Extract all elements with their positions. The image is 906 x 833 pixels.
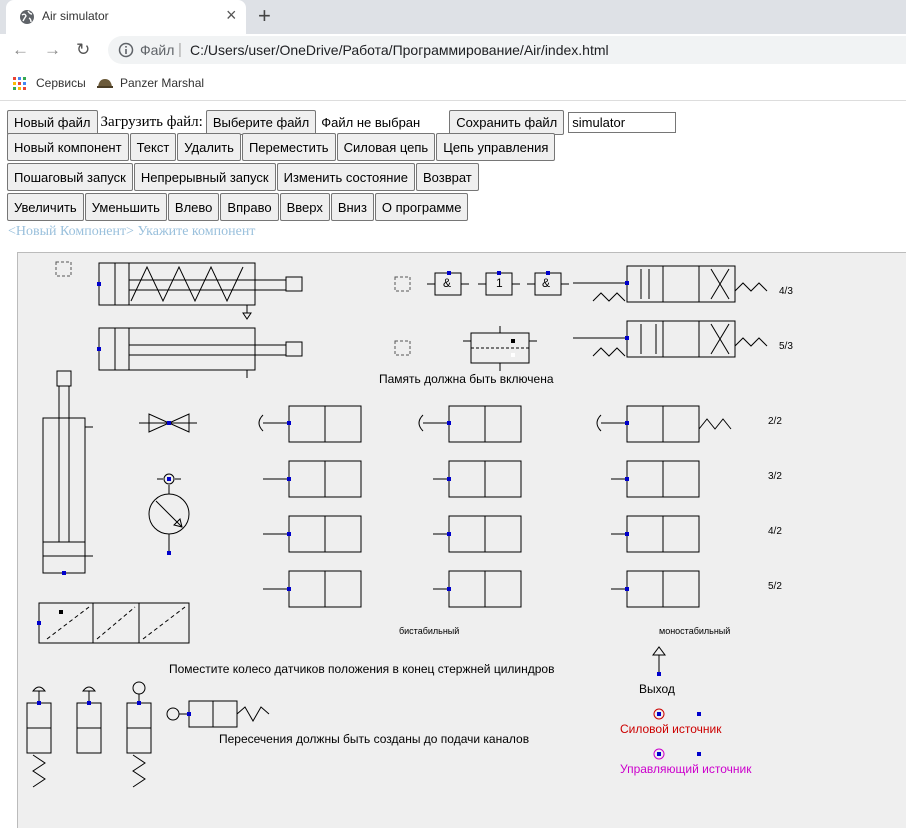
about-button[interactable]: О программе xyxy=(374,193,469,221)
new-file-button[interactable]: Новый файл xyxy=(7,110,98,135)
label-2-2: 2/2 xyxy=(768,416,782,427)
not-symbol: 1 xyxy=(496,276,503,290)
choose-file-button[interactable]: Выберите файл xyxy=(205,110,317,135)
bookmarks-bar: Сервисы Panzer Marshal xyxy=(0,66,906,101)
tab-title: Air simulator xyxy=(42,9,109,23)
control-source-icon[interactable] xyxy=(653,748,701,760)
sensor-note: Поместите колесо датчиков положения в ко… xyxy=(169,662,554,676)
filename-input[interactable] xyxy=(568,112,677,133)
power-source-label: Силовой источник xyxy=(620,722,722,736)
close-tab-icon[interactable]: × xyxy=(226,5,237,26)
continuous-run-button[interactable]: Непрерывный запуск xyxy=(133,163,276,191)
toolbar-row-edit: Новый компонент Текст Удалить Переместит… xyxy=(7,133,556,161)
address-bar[interactable]: Файл | C:/Users/user/OneDrive/Работа/Про… xyxy=(108,36,906,64)
and-block[interactable]: & xyxy=(427,271,469,296)
zoom-out-button[interactable]: Уменьшить xyxy=(84,193,167,221)
label-4-2: 4/2 xyxy=(768,526,782,537)
valve-2-2-mushroom[interactable] xyxy=(258,405,362,443)
new-tab-icon[interactable]: + xyxy=(258,3,271,29)
url-text: C:/Users/user/OneDrive/Работа/Программир… xyxy=(190,42,609,58)
valve-2-2-mushroom-2[interactable] xyxy=(418,405,522,443)
forward-icon[interactable]: → xyxy=(44,40,61,60)
push-button-valves[interactable] xyxy=(26,681,152,788)
component-palette[interactable]: & 1 & 4/3 5/3 2/2 3/2 4/2 5/2 Память дол… xyxy=(18,253,906,828)
info-icon xyxy=(118,42,134,58)
zoom-in-button[interactable]: Увеличить xyxy=(7,193,84,221)
placeholder-box[interactable] xyxy=(394,276,411,292)
vertical-cylinder[interactable] xyxy=(42,370,93,575)
save-file-button[interactable]: Сохранить файл xyxy=(449,110,565,135)
bookmark-services[interactable]: Сервисы xyxy=(36,76,86,90)
pan-up-button[interactable]: Вверх xyxy=(279,193,330,221)
output-arrow[interactable] xyxy=(652,646,666,676)
browser-toolbar: ← → ↻ Файл | C:/Users/user/OneDrive/Рабо… xyxy=(0,34,906,66)
reload-icon[interactable]: ↻ xyxy=(76,40,90,60)
move-button[interactable]: Переместить xyxy=(241,133,336,161)
apps-icon[interactable] xyxy=(13,77,27,91)
new-component-button[interactable]: Новый компонент xyxy=(7,133,129,161)
pressure-gauge[interactable] xyxy=(148,473,190,555)
back-icon[interactable]: ← xyxy=(12,40,29,60)
valve-5-3[interactable] xyxy=(573,320,768,358)
valve-3-2-row[interactable] xyxy=(263,460,700,498)
load-file-label: Загрузить файл: xyxy=(100,114,203,130)
roller-valve[interactable] xyxy=(166,700,270,728)
and-block-2[interactable]: & xyxy=(527,271,569,296)
pan-left-button[interactable]: Влево xyxy=(167,193,220,221)
label-5-2: 5/2 xyxy=(768,581,782,592)
double-acting-cylinder[interactable] xyxy=(97,327,303,378)
globe-icon xyxy=(20,10,34,24)
scheme-label: Файл xyxy=(140,42,175,58)
position-sensor[interactable] xyxy=(37,602,190,644)
pan-down-button[interactable]: Вниз xyxy=(330,193,374,221)
and-symbol: & xyxy=(443,276,451,290)
memory-note: Память должна быть включена xyxy=(379,372,554,386)
helmet-icon xyxy=(97,79,113,88)
delete-button[interactable]: Удалить xyxy=(177,133,241,161)
valve-4-2-row[interactable] xyxy=(263,515,700,553)
and-symbol: & xyxy=(542,276,550,290)
component-canvas[interactable]: & 1 & 4/3 5/3 2/2 3/2 4/2 5/2 Память дол… xyxy=(17,252,906,828)
single-acting-cylinder[interactable] xyxy=(97,262,303,320)
placeholder-box[interactable] xyxy=(394,340,411,356)
valve-5-2-row[interactable] xyxy=(263,570,700,608)
label-5-3: 5/3 xyxy=(779,341,793,352)
power-circuit-button[interactable]: Силовая цепь xyxy=(336,133,436,161)
crossings-note: Пересечения должны быть созданы до подач… xyxy=(219,732,529,746)
valve-4-3[interactable] xyxy=(573,265,768,303)
output-label: Выход xyxy=(639,682,675,696)
power-source-icon[interactable] xyxy=(653,708,701,720)
bistable-label: бистабильный xyxy=(399,626,459,636)
browser-tab-bar: Air simulator × + xyxy=(0,0,906,34)
control-source-label: Управляющий источник xyxy=(620,762,752,776)
valve-2-2-spring[interactable] xyxy=(596,405,732,443)
page-content: Новый файл Загрузить файл: Выберите файл… xyxy=(0,101,906,828)
separator: | xyxy=(178,41,182,58)
reset-button[interactable]: Возврат xyxy=(415,163,479,191)
step-run-button[interactable]: Пошаговый запуск xyxy=(7,163,133,191)
label-3-2: 3/2 xyxy=(768,471,782,482)
pan-right-button[interactable]: Вправо xyxy=(220,193,279,221)
no-file-text: Файл не выбран xyxy=(321,115,421,130)
browser-tab[interactable]: Air simulator × xyxy=(6,0,246,34)
placeholder-box[interactable] xyxy=(55,261,72,277)
monostable-label: моностабильный xyxy=(659,626,730,636)
change-state-button[interactable]: Изменить состояние xyxy=(276,163,415,191)
memory-block[interactable] xyxy=(463,326,537,371)
throttle-valve[interactable] xyxy=(139,413,197,433)
status-line: <Новый Компонент> Укажите компонент xyxy=(8,224,256,239)
text-button[interactable]: Текст xyxy=(129,133,177,161)
toolbar-row-run: Пошаговый запуск Непрерывный запуск Изме… xyxy=(7,163,480,191)
not-block[interactable]: 1 xyxy=(478,271,520,296)
bookmark-panzer[interactable]: Panzer Marshal xyxy=(120,76,204,90)
label-4-3: 4/3 xyxy=(779,286,793,297)
control-circuit-button[interactable]: Цепь управления xyxy=(436,133,556,161)
toolbar-row-view: Увеличить Уменьшить Влево Вправо Вверх В… xyxy=(7,193,469,221)
toolbar-row-file: Новый файл Загрузить файл: Выберите файл… xyxy=(7,110,677,135)
